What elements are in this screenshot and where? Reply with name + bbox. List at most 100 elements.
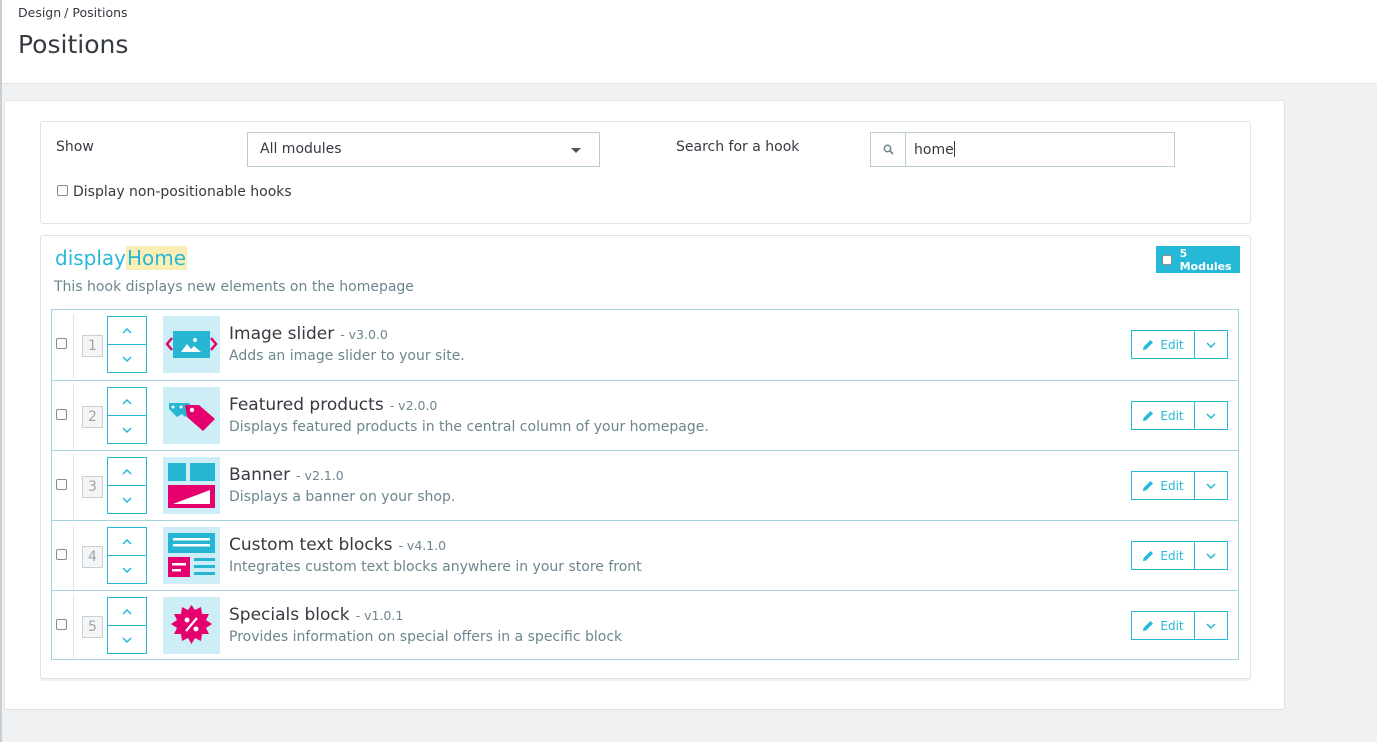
- chevron-down-icon: [122, 566, 132, 573]
- breadcrumb-positions[interactable]: Positions: [72, 5, 127, 20]
- pencil-icon: [1143, 339, 1154, 350]
- actions-dropdown-button[interactable]: [1194, 471, 1228, 500]
- chevron-up-icon: [122, 538, 132, 545]
- actions-dropdown-button[interactable]: [1194, 611, 1228, 640]
- module-version: - v2.0.0: [389, 398, 438, 413]
- module-checkbox[interactable]: [56, 549, 67, 560]
- pencil-icon: [1143, 410, 1154, 421]
- module-row: 1 Image slider - v3.0.0 Adds an image sli…: [52, 310, 1238, 380]
- module-version: - v3.0.0: [340, 327, 388, 342]
- move-down-button[interactable]: [107, 344, 147, 373]
- actions-dropdown-button[interactable]: [1194, 330, 1228, 359]
- move-down-button[interactable]: [107, 555, 147, 584]
- custom-text-blocks-icon: [163, 527, 220, 584]
- module-description: Provides information on special offers i…: [229, 629, 623, 645]
- text-cursor: [953, 141, 955, 157]
- module-checkbox[interactable]: [56, 409, 67, 420]
- chevron-down-icon: [1206, 341, 1216, 348]
- left-sidebar-edge: [0, 0, 2, 742]
- chevron-up-icon: [122, 327, 132, 334]
- edit-label: Edit: [1160, 618, 1184, 633]
- edit-button[interactable]: Edit: [1131, 401, 1195, 430]
- actions-dropdown-button[interactable]: [1194, 401, 1228, 430]
- chevron-down-icon: [122, 496, 132, 503]
- edit-button[interactable]: Edit: [1131, 541, 1195, 570]
- positions-panel: Show All modules Search for a hook home …: [4, 100, 1285, 710]
- move-up-button[interactable]: [107, 316, 147, 345]
- chevron-down-icon: [1206, 622, 1216, 629]
- edit-button[interactable]: Edit: [1131, 611, 1195, 640]
- modules-count-badge[interactable]: 5 Modules: [1156, 246, 1240, 273]
- module-position: 1: [82, 335, 103, 357]
- module-row: 3 Banner - v2.1.0 Displays a banner on yo…: [52, 450, 1238, 520]
- module-description: Displays a banner on your shop.: [229, 489, 456, 505]
- chevron-down-icon: [122, 426, 132, 433]
- search-icon: [883, 144, 894, 155]
- module-version: - v2.1.0: [296, 468, 344, 483]
- move-down-button[interactable]: [107, 485, 147, 514]
- module-position: 4: [82, 546, 103, 568]
- module-title: Custom text blocks: [229, 535, 393, 555]
- non-positionable-label[interactable]: Display non-positionable hooks: [73, 184, 292, 200]
- search-hook-value: home: [914, 142, 954, 158]
- module-checkbox[interactable]: [56, 619, 67, 630]
- search-hook-label: Search for a hook: [676, 139, 800, 155]
- module-row: 5 Specials block - v1.0.1 Provides inform…: [52, 590, 1238, 660]
- move-up-button[interactable]: [107, 527, 147, 556]
- move-down-button[interactable]: [107, 415, 147, 444]
- move-up-button[interactable]: [107, 597, 147, 626]
- page-title: Positions: [18, 30, 129, 59]
- modules-list: 1 Image slider - v3.0.0 Adds an image sli…: [51, 309, 1239, 660]
- chevron-down-icon: [122, 355, 132, 362]
- move-down-button[interactable]: [107, 625, 147, 654]
- move-up-button[interactable]: [107, 387, 147, 416]
- breadcrumb: Design / Positions: [18, 5, 128, 20]
- pencil-icon: [1143, 480, 1154, 491]
- hook-description: This hook displays new elements on the h…: [54, 279, 414, 295]
- row-divider: [73, 595, 74, 659]
- row-divider: [73, 455, 74, 519]
- module-name: Custom text blocks - v4.1.0: [229, 535, 446, 555]
- edit-label: Edit: [1160, 337, 1184, 352]
- module-version: - v1.0.1: [355, 608, 404, 623]
- module-checkbox[interactable]: [56, 338, 67, 349]
- actions-dropdown-button[interactable]: [1194, 541, 1228, 570]
- module-checkbox[interactable]: [56, 479, 67, 490]
- banner-icon: [163, 457, 220, 514]
- module-title: Banner: [229, 465, 291, 485]
- hook-name-prefix: display: [55, 246, 127, 270]
- chevron-down-icon: [1206, 552, 1216, 559]
- hook-title: displayHome: [55, 246, 188, 270]
- modules-count-label: 5 Modules: [1179, 246, 1232, 273]
- show-modules-select[interactable]: All modules: [247, 132, 600, 167]
- move-up-button[interactable]: [107, 457, 147, 486]
- module-description: Integrates custom text blocks anywhere i…: [229, 559, 642, 575]
- edit-label: Edit: [1160, 478, 1184, 493]
- module-name: Banner - v2.1.0: [229, 465, 344, 485]
- breadcrumb-design[interactable]: Design: [18, 5, 61, 20]
- row-divider: [73, 525, 74, 589]
- page-header: Design / Positions Positions: [2, 0, 1377, 84]
- module-row: 2 Featured products - v2.0.0 Displays fea…: [52, 380, 1238, 450]
- pencil-icon: [1143, 550, 1154, 561]
- chevron-down-icon: [122, 636, 132, 643]
- edit-label: Edit: [1160, 408, 1184, 423]
- caret-down-icon: [571, 148, 581, 153]
- edit-button[interactable]: Edit: [1131, 471, 1195, 500]
- search-hook-input[interactable]: home: [905, 132, 1175, 167]
- edit-button[interactable]: Edit: [1131, 330, 1195, 359]
- edit-label: Edit: [1160, 548, 1184, 563]
- featured-products-icon: [163, 387, 220, 444]
- row-divider: [73, 385, 74, 449]
- chevron-up-icon: [122, 468, 132, 475]
- hook-name-highlight: Home: [126, 246, 188, 270]
- filter-box: Show All modules Search for a hook home …: [40, 121, 1251, 224]
- module-row: 4 Custom text blocks - v4.1.0 Integrates…: [52, 520, 1238, 590]
- non-positionable-checkbox[interactable]: [57, 185, 68, 196]
- chevron-down-icon: [1206, 482, 1216, 489]
- module-title: Featured products: [229, 395, 384, 415]
- image-slider-icon: [163, 316, 220, 373]
- breadcrumb-separator: /: [64, 5, 69, 20]
- select-all-checkbox[interactable]: [1162, 254, 1172, 265]
- module-description: Displays featured products in the centra…: [229, 419, 709, 435]
